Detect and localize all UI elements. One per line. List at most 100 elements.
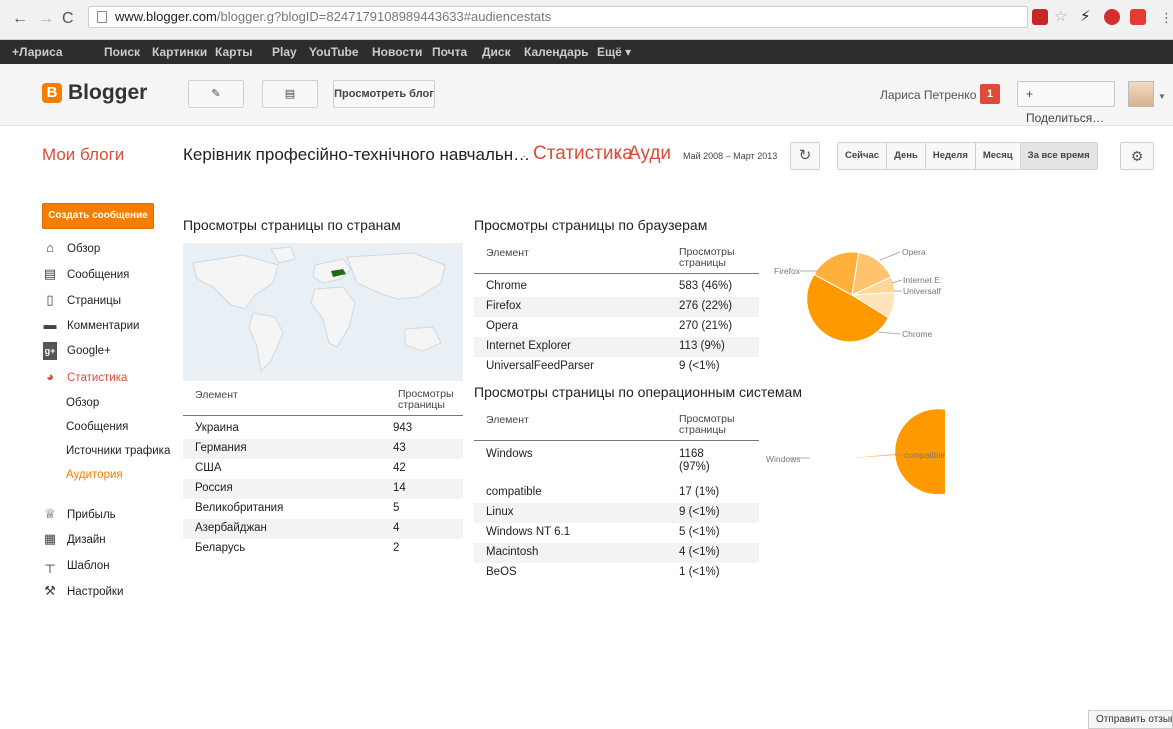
my-blogs-link[interactable]: Мои блоги: [42, 145, 124, 165]
home-icon: ⌂: [46, 240, 54, 255]
breadcrumb-separator: ·: [522, 147, 527, 163]
column-views: Просмотры страницы: [679, 413, 735, 436]
comment-icon: ▬: [43, 317, 57, 332]
cell-value: 276 (22%): [679, 300, 733, 312]
sidebar-subitem-audience[interactable]: Аудитория: [66, 466, 123, 484]
refresh-button[interactable]: ↻: [790, 142, 820, 170]
lightning-icon[interactable]: ⚡: [1080, 7, 1091, 25]
table-row: Internet Explorer 113 (9%): [474, 337, 759, 357]
date-range: Май 2008 – Март 2013: [683, 151, 778, 161]
table-row: compatible 17 (1%): [474, 483, 759, 503]
sidebar-item-label: Прибыль: [67, 509, 116, 521]
google-bar: +Лариса Поиск Картинки Карты Play YouTub…: [0, 40, 1173, 64]
feedback-button[interactable]: Отправить отзыв: [1088, 710, 1173, 729]
cell-value: 4 (<1%): [679, 546, 720, 558]
range-selector: Сейчас День Неделя Месяц За все время: [837, 142, 1098, 170]
sidebar-item-comments[interactable]: ▬ Комментарии: [43, 316, 140, 334]
posts-list-button[interactable]: ▤: [262, 80, 318, 108]
sidebar-item-stats[interactable]: ◕ Статистика: [43, 368, 127, 386]
gbar-play[interactable]: Play: [272, 45, 297, 59]
gbar-more[interactable]: Ещё ▾: [597, 45, 631, 59]
sidebar-subitem-overview[interactable]: Обзор: [66, 394, 99, 412]
forward-icon[interactable]: →: [38, 10, 54, 28]
table-row: США 42: [183, 459, 463, 479]
new-post-button[interactable]: Создать сообщение: [42, 203, 154, 229]
sidebar-item-template[interactable]: ┬ Шаблон: [43, 556, 110, 574]
cell-value: 1168 (97%): [679, 448, 710, 473]
address-bar[interactable]: www.blogger.com/blogger.g?blogID=8247179…: [88, 6, 1028, 28]
sidebar-item-posts[interactable]: ▤ Сообщения: [43, 265, 130, 283]
blogger-logo-text[interactable]: Blogger: [68, 81, 147, 105]
edit-post-button[interactable]: ✎: [188, 80, 244, 108]
sidebar-subitem-posts[interactable]: Сообщения: [66, 418, 128, 436]
sidebar-item-overview[interactable]: ⌂ Обзор: [43, 239, 100, 257]
posts-icon: ▤: [284, 88, 296, 100]
cell-value: 14: [393, 482, 406, 494]
gbar-drive[interactable]: Диск: [482, 45, 511, 59]
avatar[interactable]: [1128, 81, 1154, 107]
cell-name: Internet Explorer: [486, 340, 572, 352]
cell-value: 5 (<1%): [679, 526, 720, 538]
gbar-images[interactable]: Картинки: [152, 45, 207, 59]
opera-icon[interactable]: [1104, 9, 1120, 25]
sidebar-subitem-traffic[interactable]: Источники трафика: [66, 442, 170, 460]
blogger-logo-icon[interactable]: B: [42, 83, 62, 103]
sidebar-item-label: Страницы: [67, 295, 121, 307]
sidebar-item-earnings[interactable]: ♕ Прибыль: [43, 505, 116, 523]
cell-value: 17 (1%): [679, 486, 720, 498]
user-name[interactable]: Лариса Петренко: [880, 88, 976, 102]
breadcrumb-audience: Ауди: [628, 143, 672, 164]
reload-icon[interactable]: C: [62, 10, 74, 28]
sidebar-item-pages[interactable]: ▯ Страницы: [43, 291, 121, 309]
wrench-icon: ⚒: [44, 583, 56, 598]
gbar-news[interactable]: Новости: [372, 45, 422, 59]
trophy-icon: ♕: [44, 506, 56, 521]
view-blog-button[interactable]: Просмотреть блог: [333, 80, 435, 108]
range-month[interactable]: Месяц: [976, 143, 1021, 169]
page-icon: ▯: [46, 292, 54, 307]
share-button[interactable]: + Поделиться…: [1017, 81, 1115, 125]
table-row: Азербайджан 4: [183, 519, 463, 539]
gbar-search[interactable]: Поиск: [104, 45, 140, 59]
browser-toolbar: ← → C www.blogger.com/blogger.g?blogID=8…: [0, 0, 1173, 40]
extension-icon[interactable]: [1130, 9, 1146, 25]
settings-button[interactable]: ⚙: [1120, 142, 1154, 170]
browsers-table: Элемент Просмотры страницы Chrome 583 (4…: [474, 244, 759, 380]
gbar-calendar[interactable]: Календарь: [524, 45, 589, 59]
column-views: Просмотры страницы: [679, 246, 735, 269]
range-day[interactable]: День: [887, 143, 926, 169]
pencil-icon: ✎: [211, 88, 221, 100]
star-icon[interactable]: ☆: [1054, 7, 1067, 25]
sidebar-item-label: Обзор: [67, 243, 101, 255]
world-map: [183, 243, 463, 381]
cell-value: 9 (<1%): [679, 360, 720, 372]
menu-icon[interactable]: ⋮: [1160, 10, 1173, 26]
blog-title[interactable]: Керівник професійно-технічного навчальн…: [183, 145, 530, 165]
sidebar-item-layout[interactable]: ▦ Дизайн: [43, 530, 106, 548]
column-element: Элемент: [195, 389, 238, 401]
cell-name: compatible: [486, 486, 542, 498]
back-icon[interactable]: ←: [12, 10, 28, 28]
gbar-youtube[interactable]: YouTube: [309, 45, 359, 59]
gbar-mail[interactable]: Почта: [432, 45, 467, 59]
sidebar-item-label: Шаблон: [67, 560, 110, 572]
range-now[interactable]: Сейчас: [838, 143, 888, 169]
gbar-maps[interactable]: Карты: [215, 45, 252, 59]
chevron-down-icon[interactable]: ▼: [1158, 92, 1166, 101]
notification-badge[interactable]: 1: [980, 84, 1000, 104]
cell-name: Macintosh: [486, 546, 539, 558]
cell-value: 9 (<1%): [679, 506, 720, 518]
extension-icon[interactable]: [1032, 9, 1048, 25]
cell-value: 43: [393, 442, 406, 454]
sidebar-item-google-plus[interactable]: g+ Google+: [43, 342, 111, 360]
browsers-title: Просмотры страницы по браузерам: [474, 217, 708, 233]
gbar-profile[interactable]: +Лариса: [12, 45, 63, 59]
column-element: Элемент: [486, 247, 529, 259]
sidebar-item-settings[interactable]: ⚒ Настройки: [43, 582, 123, 600]
table-row: Linux 9 (<1%): [474, 503, 759, 523]
range-week[interactable]: Неделя: [926, 143, 976, 169]
stats-icon: ◕: [46, 369, 54, 384]
cell-name: Россия: [195, 482, 233, 494]
range-all-time[interactable]: За все время: [1020, 143, 1097, 169]
cell-name: Firefox: [486, 300, 522, 312]
